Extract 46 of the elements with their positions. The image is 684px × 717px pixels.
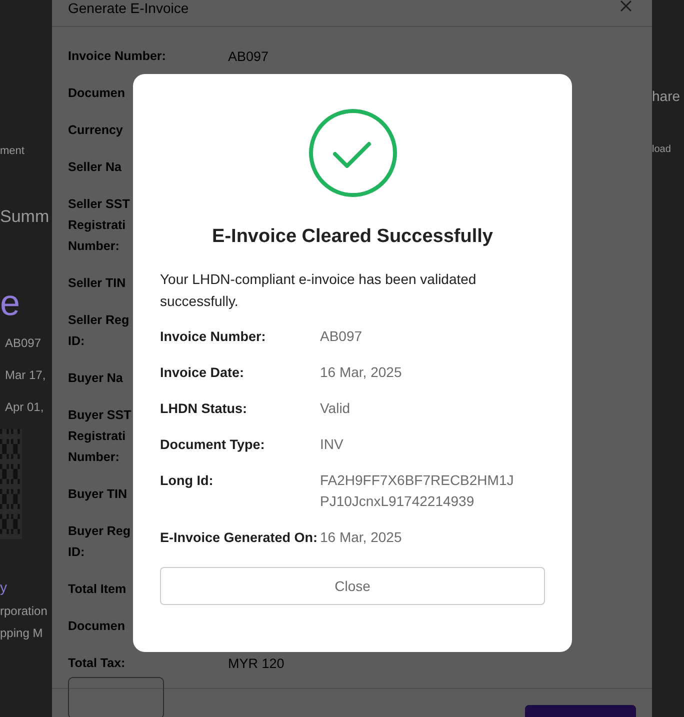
- dialog-title: Generate E-Invoice: [68, 0, 189, 16]
- check-circle-icon: [308, 108, 398, 198]
- detail-value: AB097: [5, 335, 42, 352]
- detail-value: rporation: [0, 603, 48, 620]
- close-icon[interactable]: [620, 0, 632, 12]
- field-value: AB097: [228, 48, 269, 66]
- field-label: Seller Na: [68, 159, 122, 176]
- detail-value: pping M: [0, 625, 43, 642]
- field-label: Seller SST Registrati Number:: [68, 196, 130, 255]
- field-label: Total Tax:: [68, 655, 126, 672]
- tab-label: ment: [0, 145, 24, 157]
- secondary-button[interactable]: [68, 677, 164, 717]
- field-label: Invoice Number:: [160, 328, 267, 346]
- field-label: Document Type:: [160, 436, 266, 454]
- field-value: AB097: [320, 327, 364, 346]
- field-label: Buyer SST Registrati Number:: [68, 407, 132, 466]
- modal-title: E-Invoice Cleared Successfully: [211, 226, 494, 248]
- field-label: Seller TIN: [68, 275, 126, 292]
- field-label: Total Item: [68, 581, 126, 598]
- field-label: Buyer Reg ID:: [68, 523, 131, 561]
- field-value: INV: [320, 435, 344, 454]
- field-value: 16 Mar, 2025: [320, 528, 403, 547]
- field-label: Documen: [68, 618, 125, 635]
- field-value: Valid: [320, 399, 352, 418]
- modal-message: Your LHDN-compliant e-invoice has been validated successfully.: [160, 270, 478, 311]
- field-label: Invoice Number:: [68, 48, 166, 65]
- close-button[interactable]: Close: [160, 567, 545, 605]
- link-text: y: [0, 579, 7, 595]
- field-label: LHDN Status:: [160, 400, 248, 418]
- download-label: load: [652, 144, 671, 155]
- field-value: MYR 120: [228, 655, 284, 673]
- field-value: FA2H9FF7X6BF7RECB2HM1JPJ10JcnxL91742214939: [320, 471, 515, 511]
- field-label: Seller Reg ID:: [68, 312, 130, 350]
- field-label: E-Invoice Generated On:: [160, 529, 319, 547]
- field-label: Buyer TIN: [68, 486, 128, 503]
- detail-value: Apr 01,: [5, 399, 44, 416]
- field-label: Buyer Na: [68, 370, 123, 387]
- field-label: Currency: [68, 122, 123, 139]
- share-label: hare: [652, 88, 680, 104]
- field-value: 16 Mar, 2025: [320, 363, 403, 382]
- detail-value: Mar 17,: [5, 367, 46, 384]
- page-heading: e: [0, 285, 20, 321]
- section-heading: Summ: [0, 207, 50, 227]
- field-label: Long Id:: [160, 472, 214, 490]
- field-label: Documen: [68, 85, 125, 102]
- field-label: Invoice Date:: [160, 364, 246, 382]
